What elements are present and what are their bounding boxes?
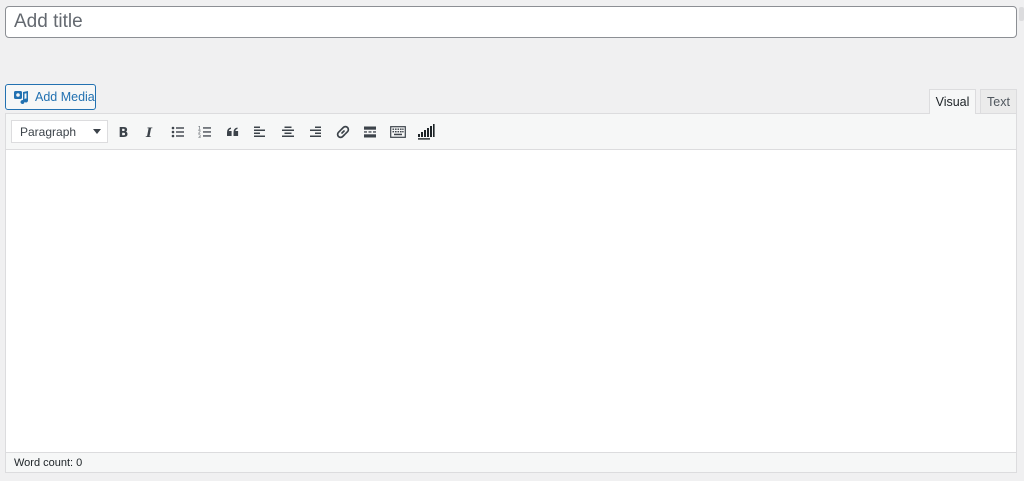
italic-icon: I [145,126,153,139]
toolbar-toggle-icon [390,126,406,138]
content-editor: Paragraph B I 1 2 3 Word count: 0 [5,113,1017,473]
numbered-list-button[interactable]: 1 2 3 [193,120,217,144]
bold-button[interactable]: B [111,120,135,144]
editor-content-area[interactable] [6,150,1016,452]
blockquote-icon [227,127,239,136]
align-right-button[interactable] [303,120,327,144]
word-count: Word count: 0 [14,456,83,469]
add-media-icon [14,91,29,105]
insert-link-button[interactable] [331,120,355,144]
editor-toolbar: Paragraph B I 1 2 3 [6,114,1016,150]
add-media-button[interactable]: Add Media [5,84,96,110]
align-left-button[interactable] [248,120,272,144]
align-center-icon [282,126,294,137]
align-left-icon [254,126,265,137]
format-select-value: Paragraph [20,124,77,139]
bold-icon: B [119,126,129,139]
tab-text[interactable]: Text [980,89,1017,114]
toolbar-toggle-button[interactable] [386,120,410,144]
signal-bars-icon [418,124,435,140]
blockquote-button[interactable] [221,120,245,144]
numbered-list-icon: 1 2 3 [198,126,211,139]
scrollbar-handle[interactable] [1019,7,1024,21]
svg-text:B: B [119,126,129,139]
align-center-button[interactable] [276,120,300,144]
align-right-icon [310,126,321,137]
bulleted-list-icon [171,126,184,138]
signal-bars-button[interactable] [414,120,438,144]
title-field-wrap [5,6,1017,38]
read-more-button[interactable] [358,120,382,144]
italic-button[interactable]: I [138,120,162,144]
bulleted-list-button[interactable] [166,120,190,144]
chevron-down-icon [93,129,101,134]
read-more-icon [364,126,376,138]
editor-status-bar: Word count: 0 [6,452,1016,472]
svg-text:3: 3 [198,134,201,139]
format-select[interactable]: Paragraph [11,120,108,143]
tab-visual[interactable]: Visual [929,89,976,114]
title-input[interactable] [5,6,1017,38]
link-icon [336,125,350,139]
svg-text:I: I [145,126,153,139]
add-media-label: Add Media [35,90,95,104]
